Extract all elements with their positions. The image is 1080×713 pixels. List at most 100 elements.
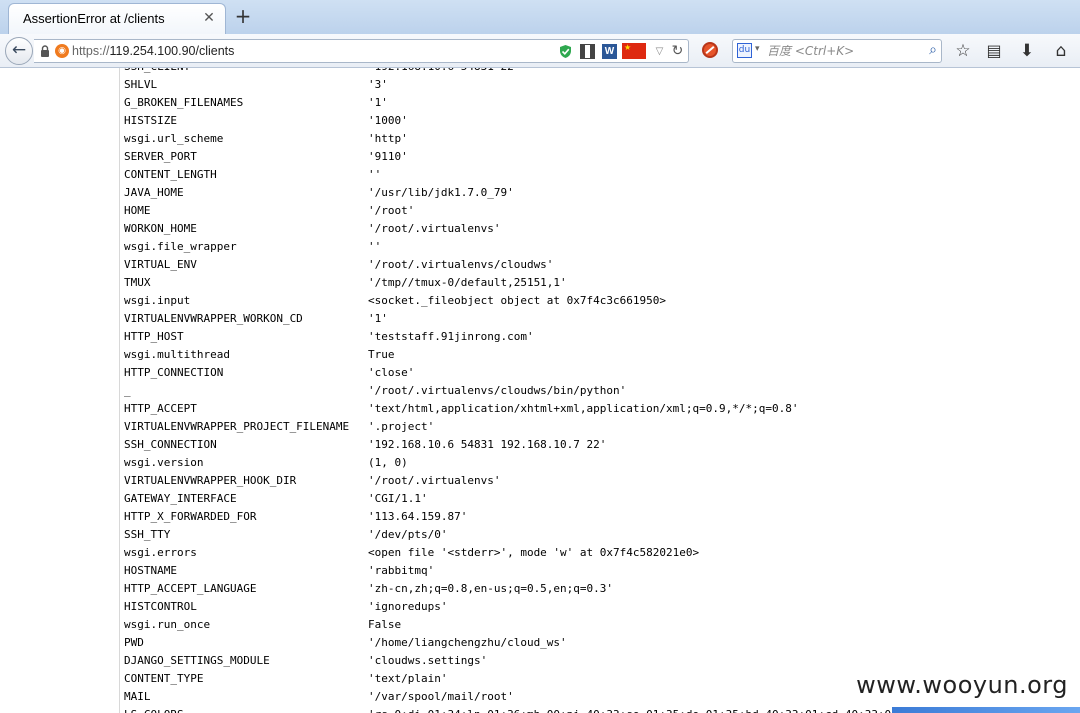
env-key: wsgi.url_scheme xyxy=(124,132,224,145)
table-row: SSH_CLIENT'192.168.10.6 54831 22' xyxy=(124,68,984,76)
table-row: wsgi.multithread True xyxy=(124,346,984,364)
env-value: '192.168.10.6 54831 22' xyxy=(368,68,984,76)
env-key: SSH_CONNECTION xyxy=(124,438,217,451)
env-value: 'close' xyxy=(368,366,415,379)
env-key: HISTCONTROL xyxy=(124,600,197,613)
qr-code-icon[interactable] xyxy=(580,44,595,59)
env-key: HTTP_ACCEPT xyxy=(124,402,197,415)
lock-icon xyxy=(41,45,49,57)
table-row: VIRTUALENVWRAPPER_PROJECT_FILENAME '.proj… xyxy=(124,418,984,436)
env-value: '/root/.virtualenvs' xyxy=(368,222,501,235)
tab-active[interactable]: AssertionError at /clients ✕ xyxy=(8,3,226,34)
url-text[interactable]: https://119.254.100.90/clients xyxy=(72,44,234,58)
env-value: 'http' xyxy=(368,132,408,145)
table-row: VIRTUALENVWRAPPER_WORKON_CD '1' xyxy=(124,310,984,328)
env-value: 'teststaff.91jinrong.com' xyxy=(368,330,534,343)
env-key: GATEWAY_INTERFACE xyxy=(124,492,237,505)
table-row: HTTP_X_FORWARDED_FOR '113.64.159.87' xyxy=(124,508,984,526)
site-identity-icon[interactable]: ◉ xyxy=(55,44,69,58)
env-key: wsgi.file_wrapper xyxy=(124,240,237,253)
env-value: '' xyxy=(368,240,382,253)
baidu-engine-icon[interactable]: du xyxy=(737,43,752,58)
env-value: '.project' xyxy=(368,420,435,433)
table-row: GATEWAY_INTERFACE 'CGI/1.1' xyxy=(124,490,984,508)
env-key: SSH_CLIENT xyxy=(124,68,368,76)
env-value: (1, 0) xyxy=(368,456,408,469)
url-host-path: 119.254.100.90/clients xyxy=(109,44,235,58)
url-bar[interactable]: ◉ https://119.254.100.90/clients W ▽ ↻ xyxy=(34,39,689,63)
env-key: VIRTUALENVWRAPPER_HOOK_DIR xyxy=(124,474,297,487)
table-row: HTTP_ACCEPT 'text/html,application/xhtml+… xyxy=(124,400,984,418)
env-key: wsgi.input xyxy=(124,294,191,307)
env-key: HTTP_ACCEPT_LANGUAGE xyxy=(124,582,257,595)
env-key: HTTP_HOST xyxy=(124,330,184,343)
china-flag-icon[interactable] xyxy=(622,43,646,59)
table-row: wsgi.file_wrapper '' xyxy=(124,238,984,256)
navigation-toolbar: ← ◉ https://119.254.100.90/clients W ▽ ↻… xyxy=(0,34,1080,68)
search-input[interactable] xyxy=(767,42,917,60)
back-button[interactable]: ← xyxy=(5,37,33,65)
env-value: False xyxy=(368,618,402,631)
env-value: 'ignoredups' xyxy=(368,600,448,613)
table-row: wsgi.version (1, 0) xyxy=(124,454,984,472)
download-icon[interactable]: ⬇ xyxy=(1015,39,1039,63)
search-bar[interactable]: du ▾ ⌕ xyxy=(732,39,942,63)
table-row: wsgi.errors <open file '<stderr>', mode '… xyxy=(124,544,984,562)
env-value: '192.168.10.6 54831 192.168.10.7 22' xyxy=(368,438,607,451)
engine-dropdown-icon[interactable]: ▾ xyxy=(755,44,760,54)
home-icon[interactable]: ⌂ xyxy=(1049,39,1073,63)
table-row: SSH_TTY '/dev/pts/0' xyxy=(124,526,984,544)
env-value: '/usr/lib/jdk1.7.0_79' xyxy=(368,186,514,199)
environ-table: SSH_CLIENT'192.168.10.6 54831 22' SHLVL '3… xyxy=(124,68,984,713)
reload-icon[interactable]: ↻ xyxy=(670,44,685,59)
chevron-down-icon[interactable]: ▽ xyxy=(652,44,667,59)
env-value: <open file '<stderr>', mode 'w' at 0x7f4… xyxy=(368,546,700,559)
env-key: _ xyxy=(124,384,131,397)
reading-list-icon[interactable]: ▤ xyxy=(982,39,1006,63)
watermark: www.wooyun.org xyxy=(852,671,1072,699)
tab-strip: AssertionError at /clients ✕ + xyxy=(0,0,1080,35)
env-value: 'text/html,application/xhtml+xml,applica… xyxy=(368,402,799,415)
env-key: SSH_TTY xyxy=(124,528,171,541)
env-value: '9110' xyxy=(368,150,408,163)
env-value: 'zh-cn,zh;q=0.8,en-us;q=0.5,en;q=0.3' xyxy=(368,582,614,595)
env-key: HOSTNAME xyxy=(124,564,177,577)
close-icon[interactable]: ✕ xyxy=(201,10,217,26)
env-key: JAVA_HOME xyxy=(124,186,184,199)
url-scheme: https:// xyxy=(72,44,110,58)
env-key: VIRTUALENVWRAPPER_WORKON_CD xyxy=(124,312,303,325)
adblock-icon[interactable] xyxy=(702,42,718,58)
env-key: SHLVL xyxy=(124,78,158,91)
new-tab-button[interactable]: + xyxy=(232,5,254,27)
env-key: HTTP_X_FORWARDED_FOR xyxy=(124,510,257,523)
env-value: '1000' xyxy=(368,114,408,127)
search-icon[interactable]: ⌕ xyxy=(929,42,937,58)
env-value: '1' xyxy=(368,312,388,325)
env-value: '/root/.virtualenvs' xyxy=(368,474,501,487)
table-row: wsgi.input <socket._fileobject object at … xyxy=(124,292,984,310)
tab-title: AssertionError at /clients xyxy=(23,11,165,26)
env-value: '/root/.virtualenvs/cloudws' xyxy=(368,258,554,271)
shield-icon[interactable] xyxy=(558,44,573,59)
env-key: MAIL xyxy=(124,690,151,703)
env-value: 'rabbitmq' xyxy=(368,564,435,577)
table-row: HTTP_HOST 'teststaff.91jinrong.com' xyxy=(124,328,984,346)
env-value: '3' xyxy=(368,78,388,91)
env-key: SERVER_PORT xyxy=(124,150,197,163)
env-key: wsgi.version xyxy=(124,456,204,469)
env-key: G_BROKEN_FILENAMES xyxy=(124,96,244,109)
table-row: HOME '/root' xyxy=(124,202,984,220)
env-key: VIRTUALENVWRAPPER_PROJECT_FILENAME xyxy=(124,420,350,433)
word-icon[interactable]: W xyxy=(602,44,617,59)
page-content: SSH_CLIENT'192.168.10.6 54831 22' SHLVL '3… xyxy=(0,68,1080,713)
table-row: _ '/root/.virtualenvs/cloudws/bin/python' xyxy=(124,382,984,400)
table-row: LS_COLORS'rs=0:di=01;34:ln=01;36:mh=00:p… xyxy=(124,706,984,713)
env-key: HISTSIZE xyxy=(124,114,177,127)
table-row: JAVA_HOME '/usr/lib/jdk1.7.0_79' xyxy=(124,184,984,202)
env-value: 'cloudws.settings' xyxy=(368,654,488,667)
table-row: VIRTUALENVWRAPPER_HOOK_DIR '/root/.virtua… xyxy=(124,472,984,490)
star-icon[interactable]: ☆ xyxy=(951,39,975,63)
env-key: DJANGO_SETTINGS_MODULE xyxy=(124,654,270,667)
env-key: VIRTUAL_ENV xyxy=(124,258,197,271)
table-row: HISTCONTROL 'ignoredups' xyxy=(124,598,984,616)
